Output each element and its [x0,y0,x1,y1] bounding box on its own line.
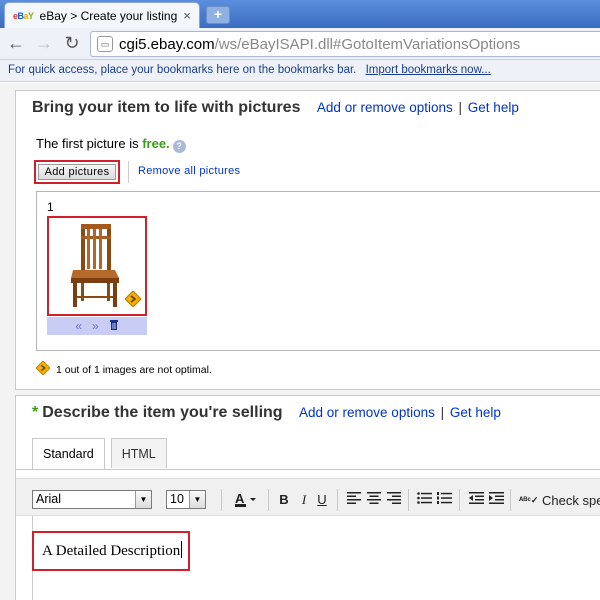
link-separator: | [458,100,463,115]
align-left-icon[interactable] [346,492,362,508]
back-arrow-icon[interactable]: ← [4,32,28,56]
thumbnail-tools: « » [47,317,147,335]
address-bar[interactable]: ▭ cgi5.ebay.com/ws/eBayISAPI.dll#GotoIte… [90,31,600,57]
pictures-header: Bring your item to life with pictures Ad… [32,99,519,117]
page-content: Bring your item to life with pictures Ad… [0,83,600,600]
picture-thumbnail[interactable] [47,216,147,316]
pictures-panel: Bring your item to life with pictures Ad… [15,90,600,390]
pictures-help-link[interactable]: Get help [468,100,519,115]
outdent-icon[interactable] [468,492,484,508]
bookmarks-hint: For quick access, place your bookmarks h… [8,64,357,76]
browser-tab[interactable]: eBaY eBay > Create your listing × [4,2,200,28]
tab-title: eBay > Create your listing [39,8,178,23]
new-tab-button[interactable]: + [206,6,230,24]
describe-help-link[interactable]: Get help [450,405,501,420]
text-cursor [181,541,183,558]
ebay-favicon-icon: eBaY [13,10,34,21]
bookmarks-bar: For quick access, place your bookmarks h… [0,60,600,82]
font-family-select[interactable]: Arial ▼ [32,490,152,509]
underline-icon[interactable]: U [314,492,330,508]
move-right-icon[interactable]: » [92,319,99,333]
free-label: free. [142,136,170,151]
move-left-icon[interactable]: « [75,319,82,333]
toolbar-divider [337,489,338,511]
browser-toolbar: ← → ↻ ▭ cgi5.ebay.com/ws/eBayISAPI.dll#G… [0,28,600,60]
description-text: A Detailed Description [42,543,181,559]
warning-icon[interactable] [124,290,142,310]
divider [128,161,129,183]
spell-check-icon: ᴬᴮᶜ✓ [519,495,539,505]
editor-toolbar: Arial ▼ 10 ▼ A B I U ᴬᴮᶜ✓ Check spe [16,478,600,516]
indent-icon[interactable] [488,492,504,508]
warning-icon [35,360,51,378]
pictures-title: Bring your item to life with pictures [32,99,301,116]
help-icon[interactable]: ? [172,140,186,153]
chevron-down-icon: ▼ [135,491,151,508]
chevron-down-icon: ▼ [189,491,205,508]
align-center-icon[interactable] [366,492,382,508]
first-picture-note: The first picture is free.? [36,136,186,153]
toolbar-divider [408,489,409,511]
font-color-icon[interactable]: A [234,491,260,508]
describe-header: * Describe the item you're selling Add or… [32,404,501,422]
trash-icon[interactable] [109,319,119,333]
describe-title: Describe the item you're selling [42,404,283,421]
describe-add-remove-link[interactable]: Add or remove options [299,405,435,420]
url-path: /ws/eBayISAPI.dll#GotoItemVariationsOpti… [214,35,521,53]
toolbar-divider [510,489,511,511]
add-pictures-button[interactable]: Add pictures [38,164,116,180]
tab-strip: eBaY eBay > Create your listing × + [0,0,600,28]
link-separator: | [440,405,445,420]
toolbar-divider [268,489,269,511]
required-marker: * [32,404,39,421]
reload-icon[interactable]: ↻ [60,32,84,56]
remove-all-pictures-link[interactable]: Remove all pictures [138,165,240,177]
toolbar-divider [459,489,460,511]
pictures-add-remove-link[interactable]: Add or remove options [317,100,453,115]
bulleted-list-icon[interactable] [416,492,432,508]
font-size-select[interactable]: 10 ▼ [166,490,206,509]
align-right-icon[interactable] [386,492,402,508]
picture-number: 1 [47,200,54,214]
svg-text:A: A [235,492,245,506]
describe-panel: * Describe the item you're selling Add or… [15,395,600,600]
add-pictures-highlight: Add pictures [34,160,120,184]
picture-area: 1 « » [36,191,600,351]
italic-icon[interactable]: I [296,492,312,508]
editor-tabs: Standard HTML [32,438,167,469]
tab-divider [16,469,600,470]
not-optimal-text: 1 out of 1 images are not optimal. [56,363,212,376]
bold-icon[interactable]: B [276,492,292,508]
spell-check-button[interactable]: ᴬᴮᶜ✓ Check spe [519,492,600,508]
page-icon: ▭ [97,36,113,52]
url-host: cgi5.ebay.com [119,35,215,53]
tab-standard[interactable]: Standard [32,438,105,469]
not-optimal-notice: 1 out of 1 images are not optimal. [35,360,212,378]
import-bookmarks-link[interactable]: Import bookmarks now... [366,64,491,76]
tab-html[interactable]: HTML [110,438,167,468]
description-text-highlight[interactable]: A Detailed Description [32,531,190,571]
numbered-list-icon[interactable] [436,492,452,508]
close-tab-icon[interactable]: × [179,8,195,23]
forward-arrow-icon[interactable]: → [32,32,56,56]
toolbar-divider [221,489,222,511]
